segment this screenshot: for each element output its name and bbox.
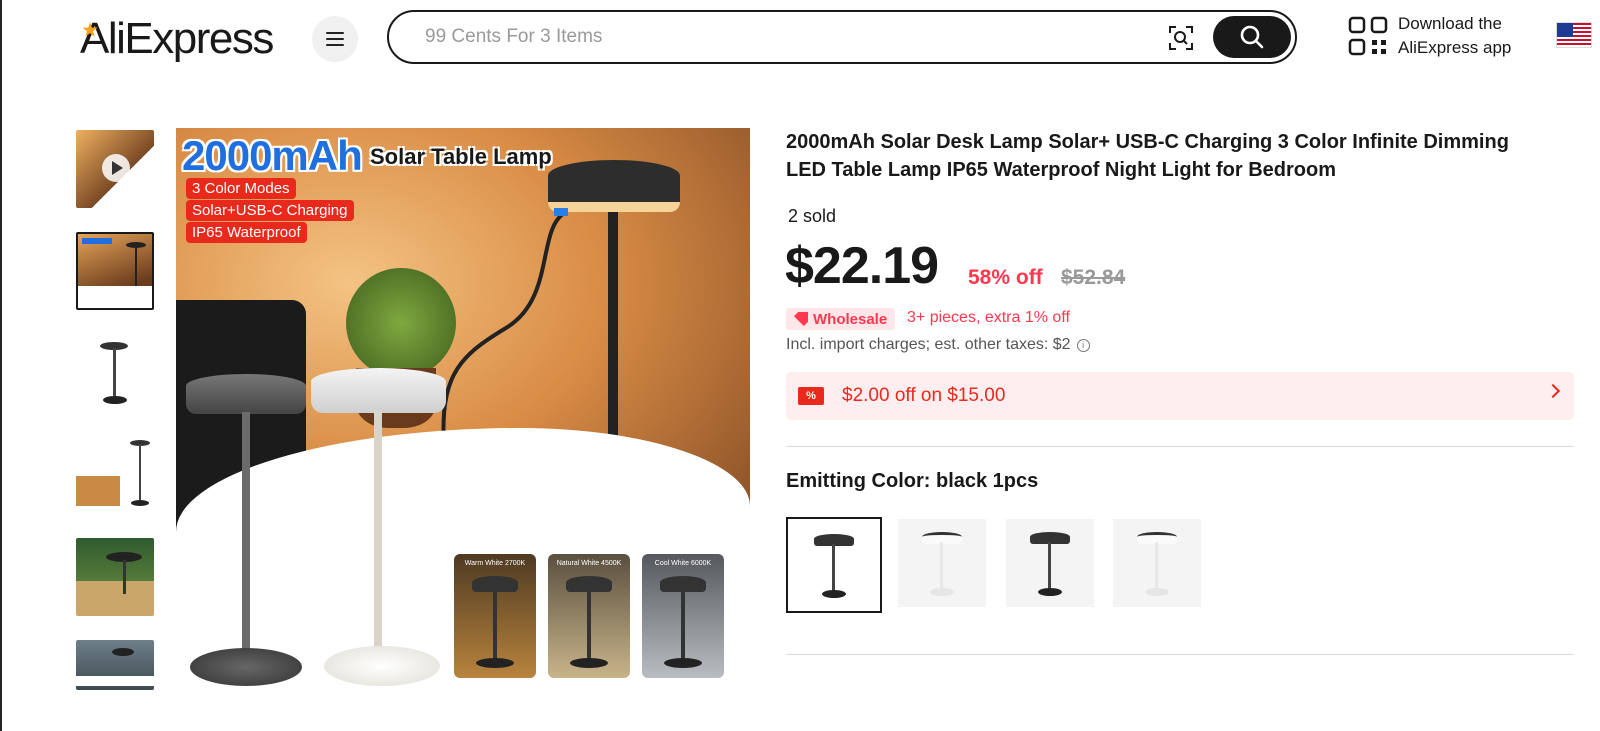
color-mode-caption: Warm White 2700K xyxy=(464,560,526,567)
menu-button[interactable] xyxy=(312,16,358,62)
color-swatch-white-2[interactable] xyxy=(1113,519,1201,607)
coupon-icon: % xyxy=(798,387,824,405)
flag-canton xyxy=(1557,23,1573,37)
original-price: $52.84 xyxy=(1061,266,1126,289)
lamp-shade-black xyxy=(548,160,680,212)
tax-note-text: Incl. import charges; est. other taxes: … xyxy=(786,336,1071,353)
search-icon xyxy=(1240,25,1264,49)
search-input[interactable] xyxy=(389,26,1129,48)
sold-count: 2 sold xyxy=(788,206,837,226)
lamp-shade-white xyxy=(311,368,446,413)
play-icon xyxy=(102,154,130,182)
color-mode-panel: Warm White 2700K xyxy=(454,554,536,678)
coupon-banner[interactable]: % $2.00 off on $15.00 xyxy=(786,372,1574,420)
menu-icon-line xyxy=(326,38,344,40)
menu-icon-line xyxy=(326,44,344,46)
capacity-headline: 2000mAh xyxy=(182,132,363,179)
swatch-lamp-image xyxy=(1030,528,1070,598)
image-search-icon[interactable] xyxy=(1167,24,1195,52)
info-icon[interactable]: i xyxy=(1076,338,1090,352)
aliexpress-logo[interactable]: AliExpress xyxy=(80,14,274,64)
discount-percent: 58% off xyxy=(968,266,1043,289)
download-app-link[interactable]: Download the AliExpress app xyxy=(1398,12,1511,60)
us-flag-icon[interactable] xyxy=(1556,22,1592,48)
menu-icon-line xyxy=(326,32,344,34)
image-subtitle: Solar Table Lamp xyxy=(370,144,552,169)
thumbnail-dimming[interactable] xyxy=(76,640,154,690)
divider xyxy=(786,654,1574,655)
main-product-image[interactable]: 2000mAh Solar Table Lamp 3 Color Modes S… xyxy=(176,128,750,693)
color-swatch-black[interactable] xyxy=(1006,519,1094,607)
color-mode-caption: Cool White 6000K xyxy=(654,560,712,567)
tax-note: Incl. import charges; est. other taxes: … xyxy=(786,336,1090,354)
feature-tag: 3 Color Modes xyxy=(186,178,296,199)
swatch-lamp-image xyxy=(922,528,962,598)
product-title: 2000mAh Solar Desk Lamp Solar+ USB-C Cha… xyxy=(786,131,1509,181)
thumbnail-outdoor[interactable] xyxy=(76,538,154,616)
chevron-right-icon xyxy=(1545,383,1561,399)
qr-code-icon[interactable] xyxy=(1348,16,1388,56)
color-mode-panel: Natural White 4500K xyxy=(548,554,630,678)
search-button[interactable] xyxy=(1213,16,1291,58)
thumbnail-video[interactable] xyxy=(76,130,154,208)
color-mode-panel: Cool White 6000K xyxy=(642,554,724,678)
product-page: AliExpress Download the AliExpre xyxy=(0,0,1600,731)
thumbnail-lamp-black[interactable] xyxy=(76,334,154,412)
feature-tag: Solar+USB-C Charging xyxy=(186,200,354,221)
color-mode-caption: Natural White 4500K xyxy=(556,560,622,567)
wholesale-offer: 3+ pieces, extra 1% off xyxy=(907,309,1070,326)
logo-text: AliExpress xyxy=(80,14,274,63)
lamp-pole-grey xyxy=(242,412,250,652)
thumbnail-install[interactable] xyxy=(76,436,154,514)
thumbnail-selected[interactable] xyxy=(76,232,154,310)
color-swatch-black-selected[interactable] xyxy=(786,517,882,613)
swatch-lamp-image xyxy=(1137,528,1177,598)
current-price: $22.19 xyxy=(785,237,939,295)
wholesale-label: Wholesale xyxy=(813,310,888,328)
download-line-1: Download the xyxy=(1398,14,1502,33)
lamp-shade-grey xyxy=(186,374,306,414)
search-bar xyxy=(387,10,1297,64)
lamp-pole-white xyxy=(374,410,382,654)
coupon-text: $2.00 off on $15.00 xyxy=(842,385,1006,406)
color-selector-label: Emitting Color: black 1pcs xyxy=(786,470,1039,492)
swatch-lamp-image xyxy=(814,530,854,600)
divider xyxy=(786,446,1574,447)
color-swatch-white[interactable] xyxy=(898,519,986,607)
lamp-base-white xyxy=(324,646,440,686)
wholesale-badge: Wholesale xyxy=(786,308,896,330)
download-line-2: AliExpress app xyxy=(1398,38,1512,57)
feature-tag: IP65 Waterproof xyxy=(186,222,307,243)
lamp-base-grey xyxy=(190,648,302,686)
tag-icon xyxy=(794,312,808,326)
